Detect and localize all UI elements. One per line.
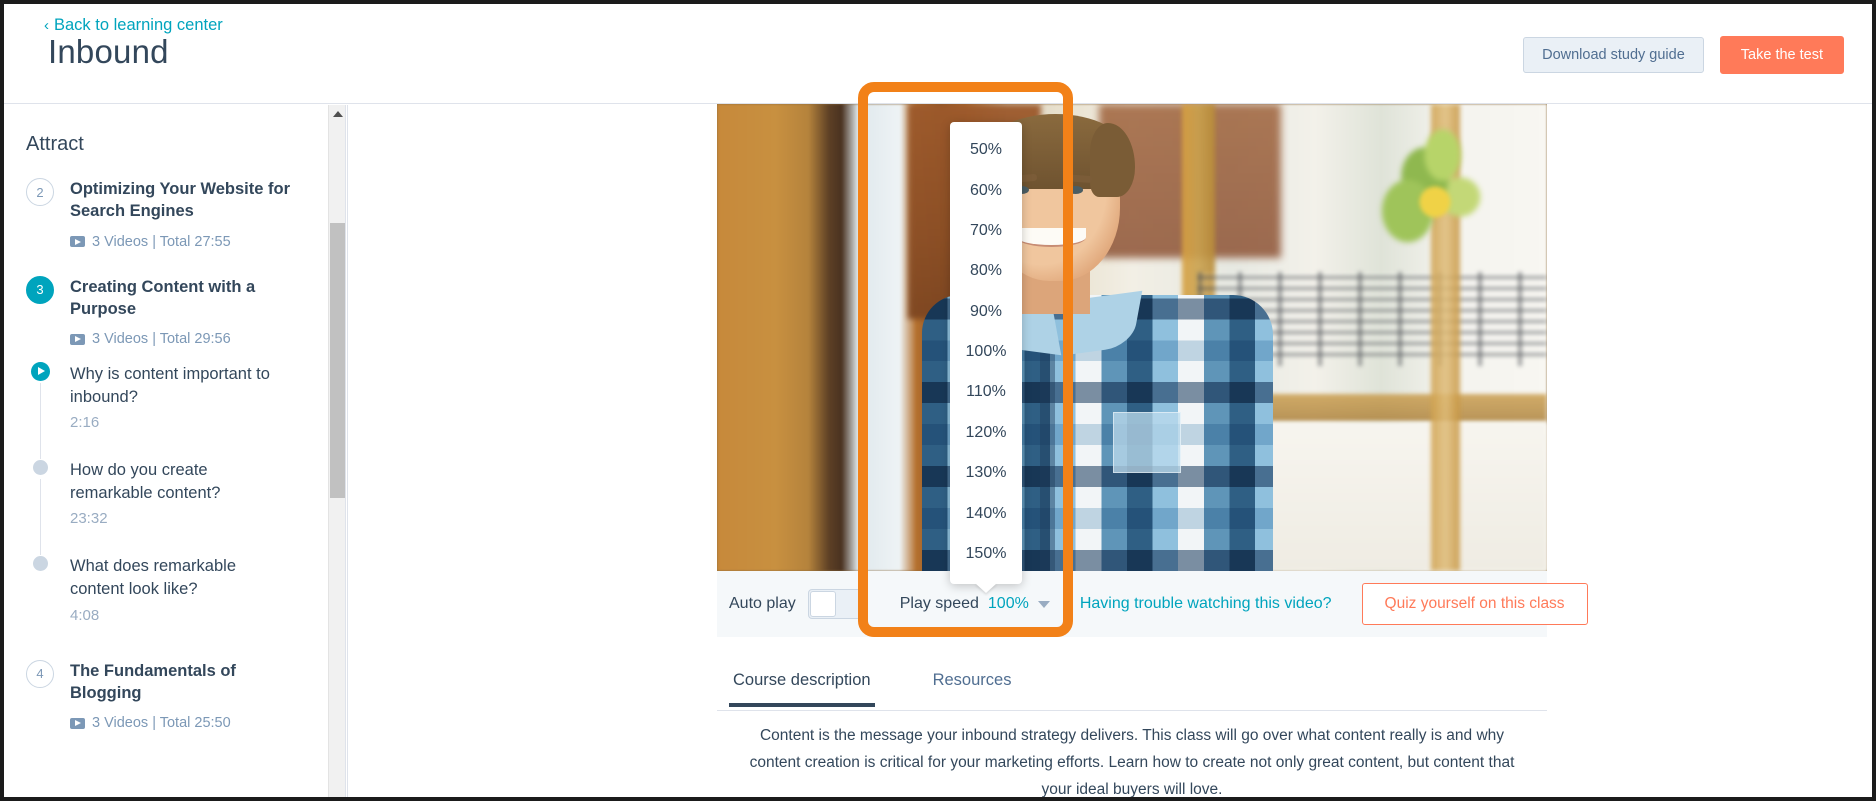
speed-option[interactable]: 100% — [950, 332, 1022, 372]
speed-option[interactable]: 70% — [950, 211, 1022, 251]
play-speed-dropdown-menu[interactable]: 50% 60% 70% 80% 90% 100% 110% 120% 130% … — [950, 122, 1022, 594]
toggle-knob — [809, 591, 836, 617]
speed-option[interactable]: 130% — [950, 453, 1022, 493]
dropdown-caret-icon — [975, 583, 997, 594]
sidebar-course-4[interactable]: 4 The Fundamentals of Blogging 3 Videos … — [4, 646, 329, 750]
presenter-shirt-placket — [1040, 337, 1056, 571]
lesson-status-dot-icon — [33, 556, 48, 572]
play-speed-control[interactable]: Play speed 100% — [900, 595, 1050, 613]
course-title: Creating Content with a Purpose — [70, 277, 256, 318]
lesson-title: How do you create remarkable content? — [70, 461, 221, 502]
course-meta: 3 Videos | Total 29:56 — [70, 331, 309, 347]
play-speed-label: Play speed — [899, 595, 979, 612]
download-study-guide-button[interactable]: Download study guide — [1523, 37, 1704, 73]
sidebar-content: Attract 2 Optimizing Your Website for Se… — [4, 105, 329, 749]
course-description-text: Content is the message your inbound stra… — [749, 727, 1515, 799]
course-meta-label: 3 Videos | Total 29:56 — [92, 331, 231, 348]
sidebar-section-title: Attract — [26, 133, 84, 155]
lesson-item[interactable]: What does remarkable content look like? … — [4, 549, 329, 645]
lesson-connector — [40, 479, 41, 556]
play-speed-value[interactable]: 100% — [988, 595, 1029, 613]
auto-play-label: Auto play — [729, 595, 796, 612]
course-title: Optimizing Your Website for Search Engin… — [70, 180, 291, 221]
video-flower — [1418, 183, 1452, 221]
course-number-badge: 3 — [26, 275, 54, 304]
course-meta: 3 Videos | Total 25:50 — [70, 715, 309, 731]
lesson-duration: 2:16 — [70, 414, 100, 432]
trouble-watching-link[interactable]: Having trouble watching this video? — [1080, 595, 1332, 613]
speed-option[interactable]: 150% — [950, 534, 1022, 574]
video-icon — [70, 333, 85, 345]
sidebar-course-2[interactable]: 2 Optimizing Your Website for Search Eng… — [4, 170, 329, 268]
course-meta-label: 3 Videos | Total 25:50 — [92, 715, 231, 732]
quiz-yourself-button[interactable]: Quiz yourself on this class — [1361, 583, 1588, 625]
lesson-status-dot-icon — [33, 460, 48, 476]
content-tabs: Course description Resources — [717, 663, 1547, 711]
speed-option[interactable]: 110% — [950, 372, 1022, 412]
player-control-bar: Auto play Play speed 100% Having trouble… — [717, 571, 1588, 637]
speed-option[interactable]: 120% — [950, 413, 1022, 453]
app-window: ‹ Back to learning center Inbound Downlo… — [0, 0, 1876, 801]
lesson-title: Why is content important to inbound? — [70, 365, 270, 406]
course-meta-label: 3 Videos | Total 27:55 — [92, 233, 231, 250]
scroll-up-arrow-icon[interactable] — [329, 105, 345, 122]
tab-course-description[interactable]: Course description — [729, 663, 875, 707]
presenter-hair-side — [1089, 122, 1136, 198]
lesson-duration: 4:08 — [70, 606, 100, 624]
page-header: ‹ Back to learning center Inbound Downlo… — [4, 4, 1872, 104]
tab-resources[interactable]: Resources — [929, 663, 1016, 706]
lesson-connector — [40, 383, 41, 460]
lesson-list: Why is content important to inbound? 2:1… — [4, 357, 329, 646]
auto-play-toggle[interactable] — [807, 589, 862, 619]
video-icon — [70, 717, 85, 729]
header-actions: Download study guide Take the test — [1523, 36, 1844, 74]
speed-option[interactable]: 90% — [950, 292, 1022, 332]
scrollbar-thumb[interactable] — [330, 223, 345, 498]
page-title: Inbound — [48, 33, 169, 70]
lesson-item[interactable]: Why is content important to inbound? 2:1… — [4, 357, 329, 460]
video-player[interactable] — [717, 104, 1547, 571]
presenter-eye-right — [1067, 186, 1083, 195]
sidebar-divider — [347, 105, 348, 797]
speed-option[interactable]: 140% — [950, 493, 1022, 533]
video-icon — [70, 236, 85, 248]
course-sidebar: Attract 2 Optimizing Your Website for Se… — [4, 105, 346, 797]
speed-option[interactable]: 50% — [950, 130, 1022, 170]
play-icon — [31, 362, 50, 382]
course-title: The Fundamentals of Blogging — [70, 661, 236, 702]
sidebar-scrollbar[interactable] — [328, 105, 345, 797]
lesson-duration: 23:32 — [70, 510, 108, 528]
speed-option[interactable]: 60% — [950, 170, 1022, 210]
take-the-test-button[interactable]: Take the test — [1719, 36, 1844, 74]
course-number-badge: 4 — [26, 659, 54, 688]
course-number-badge: 2 — [26, 178, 54, 206]
lesson-title: What does remarkable content look like? — [70, 557, 236, 599]
course-meta: 3 Videos | Total 27:55 — [70, 234, 309, 250]
speed-option[interactable]: 80% — [950, 251, 1022, 291]
sidebar-course-3[interactable]: 3 Creating Content with a Purpose 3 Vide… — [4, 268, 329, 358]
presenter-shirt-pocket — [1112, 412, 1182, 473]
lesson-item[interactable]: How do you create remarkable content? 23… — [4, 453, 329, 556]
chevron-down-icon[interactable] — [1037, 600, 1050, 608]
chevron-left-icon: ‹ — [44, 17, 49, 34]
